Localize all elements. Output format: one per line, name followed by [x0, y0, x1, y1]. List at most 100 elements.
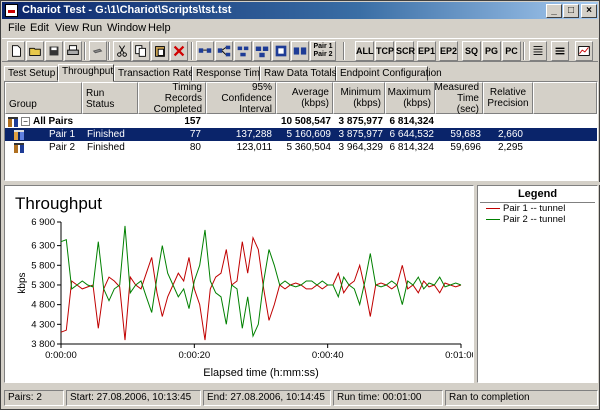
- layout-chart-icon[interactable]: [575, 41, 593, 61]
- status-completion: Ran to completion: [445, 390, 598, 406]
- col-header-confidence[interactable]: 95% Confidence Interval: [206, 82, 276, 115]
- new-file-icon[interactable]: [7, 41, 25, 61]
- run-status-value: Finished: [87, 129, 125, 140]
- y-tick-label: 4 300: [31, 319, 55, 330]
- print-icon[interactable]: [64, 41, 82, 61]
- average-value: 5 160,609: [286, 129, 332, 140]
- table-row-pair-2[interactable]: Pair 2 Finished 80 123,011 5 360,504 3 9…: [5, 141, 597, 154]
- endpoint-config-icon[interactable]: [272, 41, 290, 61]
- view-pg-button[interactable]: PG: [482, 41, 501, 61]
- view-ep2-button[interactable]: EP2: [439, 41, 458, 61]
- save-icon[interactable]: [45, 41, 63, 61]
- group-pair-icon[interactable]: [234, 41, 252, 61]
- group-name: All Pairs: [33, 116, 74, 127]
- layout-list-icon[interactable]: [551, 41, 569, 61]
- status-run-time: Run time: 00:01:00: [333, 390, 443, 406]
- delete-icon[interactable]: [170, 41, 188, 61]
- measured-time-value: 59,696: [450, 142, 481, 153]
- multicast-pair-icon[interactable]: [215, 41, 233, 61]
- tab-test-setup[interactable]: Test Setup: [4, 66, 58, 81]
- view-scr-button[interactable]: SCR: [395, 41, 415, 61]
- y-tick-label: 4 800: [31, 300, 55, 311]
- precision-value: 2,660: [497, 129, 523, 140]
- x-tick-label: 0:00:40: [312, 350, 344, 361]
- tab-response-time[interactable]: Response Time: [192, 66, 265, 81]
- menu-edit[interactable]: Edit: [30, 22, 49, 34]
- col-header-group[interactable]: Group: [5, 82, 82, 114]
- cut-icon[interactable]: [113, 41, 131, 61]
- close-button[interactable]: ×: [581, 4, 597, 18]
- minimum-value: 3 875,977: [338, 129, 384, 140]
- records-value: 77: [189, 129, 201, 140]
- title-bar: Chariot Test - G:\1\Chariot\Scripts\tst.…: [2, 2, 598, 19]
- table-row-pair-1[interactable]: Pair 1 Finished 77 137,288 5 160,609 3 8…: [5, 128, 597, 141]
- confidence-value: 137,288: [235, 129, 272, 140]
- app-icon: [5, 4, 18, 17]
- col-header-minimum[interactable]: Minimum (kbps): [333, 82, 385, 114]
- pairs-group-icon: [8, 117, 19, 127]
- y-tick-label: 5 300: [31, 280, 55, 291]
- col-header-average[interactable]: Average (kbps): [276, 82, 333, 114]
- view-tcp-button[interactable]: TCP: [375, 41, 394, 61]
- results-grid: Group Run Status Timing Records Complete…: [4, 81, 598, 181]
- collapse-toggle-icon[interactable]: −: [21, 117, 30, 126]
- pair-swap-button[interactable]: Pair 1 Pair 2: [310, 41, 336, 61]
- link-endpoints-icon[interactable]: [291, 41, 309, 61]
- precision-value: 2,295: [497, 142, 523, 153]
- legend-swatch: [486, 207, 500, 209]
- tab-transaction-rate[interactable]: Transaction Rate: [114, 66, 194, 81]
- legend-label: Pair 2 -- tunnel: [503, 214, 566, 225]
- minimize-button[interactable]: _: [546, 4, 562, 18]
- x-tick-label: 0:01:00: [445, 350, 473, 361]
- menu-bar: File Edit View Run Window Help: [2, 20, 598, 37]
- throughput-chart-panel: Throughput 3 800 4 300 4 800 5 300 5 800 6 30…: [4, 185, 474, 383]
- col-header-measured-time[interactable]: Measured Time (sec): [435, 82, 483, 115]
- view-sq-button[interactable]: SQ: [462, 41, 481, 61]
- col-header-empty: [533, 82, 597, 114]
- average-value: 5 360,504: [286, 142, 332, 153]
- col-header-precision[interactable]: Relative Precision: [483, 82, 533, 114]
- menu-help[interactable]: Help: [148, 22, 171, 34]
- status-pairs: Pairs: 2: [4, 390, 64, 406]
- legend-entry-pair-1[interactable]: Pair 1 -- tunnel: [486, 203, 565, 214]
- legend-swatch: [486, 218, 500, 220]
- maximum-value: 6 814,324: [389, 116, 435, 127]
- view-all-button[interactable]: ALL: [355, 41, 374, 61]
- edit-icon[interactable]: [89, 41, 107, 61]
- maximum-value: 6 814,324: [389, 142, 435, 153]
- x-tick-label: 0:00:00: [45, 350, 77, 361]
- records-value: 80: [189, 142, 201, 153]
- pair-icon: [14, 143, 25, 153]
- col-header-maximum[interactable]: Maximum (kbps): [385, 82, 435, 114]
- copy-icon[interactable]: [132, 41, 150, 61]
- col-header-timing-records[interactable]: Timing Records Completed: [138, 82, 206, 115]
- tab-endpoint-configuration[interactable]: Endpoint Configuration: [336, 66, 442, 81]
- y-tick-label: 6 300: [31, 241, 55, 252]
- maximize-button[interactable]: □: [563, 4, 579, 18]
- toolbar: Pair 1 Pair 2 ALL TCP SCR EP1 EP2 SQ PG …: [2, 38, 598, 62]
- menu-file[interactable]: File: [8, 22, 26, 34]
- y-tick-label: 5 800: [31, 260, 55, 271]
- average-value: 10 508,547: [280, 116, 331, 127]
- menu-view[interactable]: View: [55, 22, 79, 34]
- legend-title: Legend: [517, 188, 558, 200]
- col-header-run-status[interactable]: Run Status: [82, 82, 138, 114]
- paste-icon[interactable]: [151, 41, 169, 61]
- layout-grid-icon[interactable]: [529, 41, 547, 61]
- pair-endpoint-icon[interactable]: [196, 41, 214, 61]
- minimum-value: 3 964,329: [338, 142, 384, 153]
- tab-raw-data-totals[interactable]: Raw Data Totals: [260, 66, 337, 81]
- menu-window[interactable]: Window: [107, 22, 146, 34]
- open-folder-icon[interactable]: [26, 41, 44, 61]
- network-icon[interactable]: [253, 41, 271, 61]
- group-name: Pair 1: [49, 129, 76, 140]
- view-pc-button[interactable]: PC: [502, 41, 521, 61]
- pair-swap-label-2: Pair 2: [313, 51, 333, 58]
- legend-entry-pair-2[interactable]: Pair 2 -- tunnel: [486, 214, 565, 225]
- table-row-all-pairs[interactable]: − All Pairs 157 10 508,547 3 875,977 6 8…: [5, 115, 597, 128]
- app-window: Chariot Test - G:\1\Chariot\Scripts\tst.…: [0, 0, 600, 410]
- group-name: Pair 2: [49, 142, 76, 153]
- view-ep1-button[interactable]: EP1: [417, 41, 436, 61]
- menu-run[interactable]: Run: [82, 22, 102, 34]
- tab-throughput[interactable]: Throughput: [58, 64, 114, 82]
